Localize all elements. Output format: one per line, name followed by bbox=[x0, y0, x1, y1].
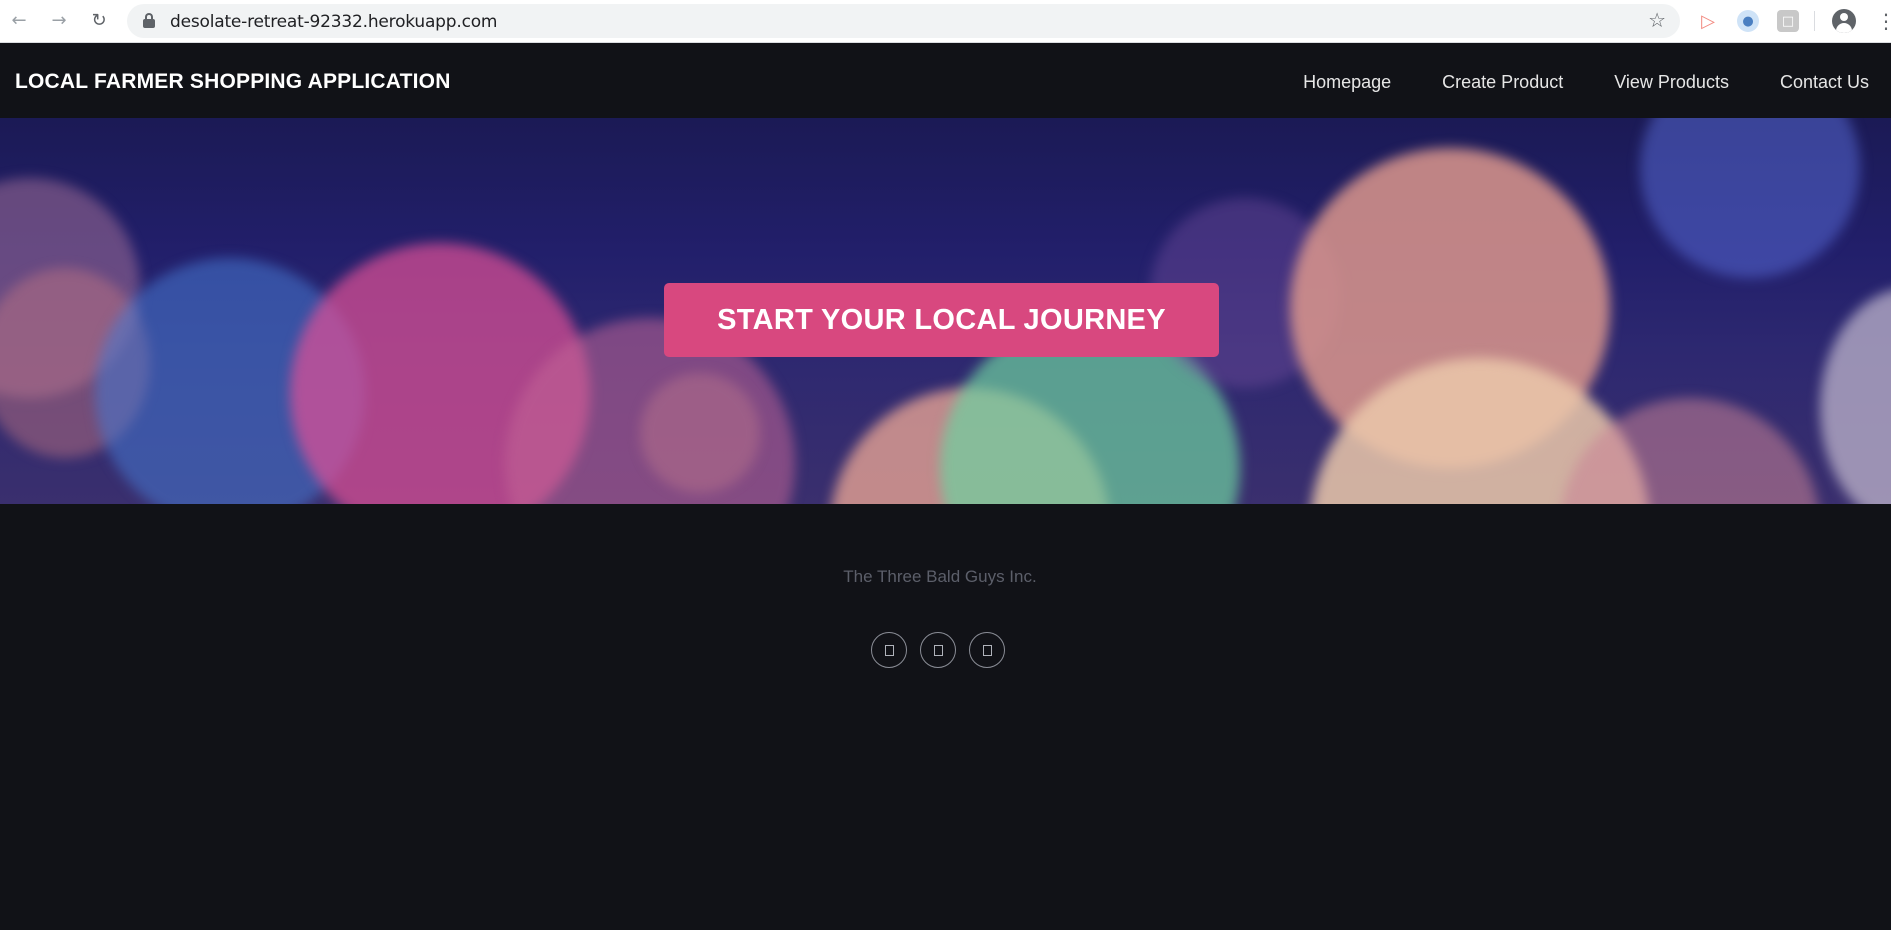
social-icon[interactable] bbox=[920, 632, 956, 668]
bokeh-light bbox=[1640, 118, 1860, 278]
star-icon[interactable]: ☆ bbox=[1648, 8, 1666, 32]
toolbar-divider bbox=[1814, 11, 1815, 31]
forward-icon[interactable]: → bbox=[47, 8, 71, 32]
social-icon[interactable] bbox=[969, 632, 1005, 668]
nav-link-create-product[interactable]: Create Product bbox=[1442, 72, 1563, 93]
menu-icon[interactable]: ⋮ bbox=[1876, 9, 1891, 33]
nav-links: Homepage Create Product View Products Co… bbox=[1252, 72, 1869, 93]
start-journey-button[interactable]: START YOUR LOCAL JOURNEY bbox=[664, 283, 1219, 357]
bokeh-light bbox=[640, 373, 760, 493]
extension-icon[interactable]: ▷ bbox=[1697, 10, 1719, 32]
site-footer: The Three Bald Guys Inc. bbox=[0, 504, 1891, 930]
nav-link-view-products[interactable]: View Products bbox=[1614, 72, 1729, 93]
reload-icon[interactable]: ↻ bbox=[87, 8, 111, 32]
hero-banner: START YOUR LOCAL JOURNEY bbox=[0, 118, 1891, 504]
nav-link-homepage[interactable]: Homepage bbox=[1303, 72, 1391, 93]
url-text[interactable]: desolate-retreat-92332.herokuapp.com bbox=[170, 12, 497, 32]
browser-toolbar: ← → ↻ desolate-retreat-92332.herokuapp.c… bbox=[0, 0, 1891, 43]
lock-icon[interactable] bbox=[143, 13, 155, 28]
social-links bbox=[871, 632, 1018, 668]
extension-icon[interactable]: ● bbox=[1737, 10, 1759, 32]
extension-icon[interactable]: □ bbox=[1777, 10, 1799, 32]
back-icon[interactable]: ← bbox=[7, 8, 31, 32]
brand-title[interactable]: LOCAL FARMER SHOPPING APPLICATION bbox=[15, 70, 451, 94]
bokeh-light bbox=[1820, 288, 1891, 504]
nav-link-contact-us[interactable]: Contact Us bbox=[1780, 72, 1869, 93]
social-icon[interactable] bbox=[871, 632, 907, 668]
site-navbar: LOCAL FARMER SHOPPING APPLICATION Homepa… bbox=[0, 44, 1891, 118]
company-name: The Three Bald Guys Inc. bbox=[843, 567, 1037, 586]
profile-icon[interactable] bbox=[1832, 9, 1856, 33]
address-bar[interactable]: desolate-retreat-92332.herokuapp.com ☆ bbox=[127, 4, 1680, 38]
